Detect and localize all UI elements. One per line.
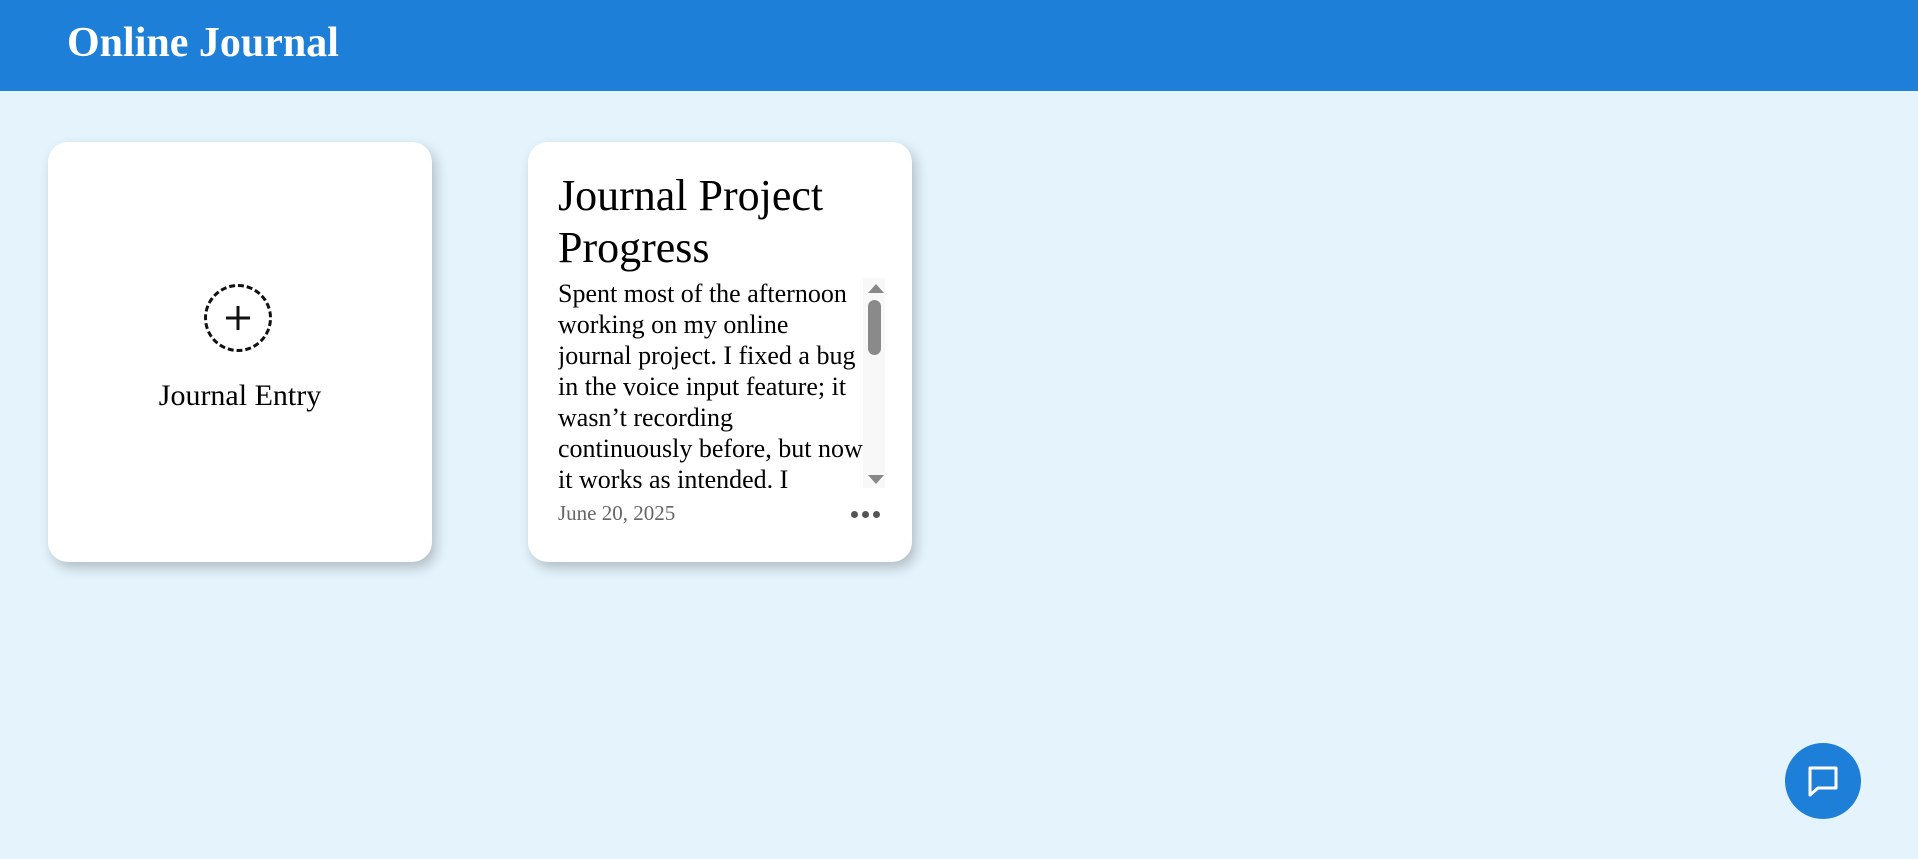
chat-bubble-icon bbox=[1808, 766, 1838, 797]
plus-circle-icon bbox=[204, 284, 272, 352]
new-journal-entry-card[interactable]: Journal Entry bbox=[48, 142, 432, 562]
more-dot bbox=[862, 511, 869, 518]
chat-button[interactable] bbox=[1785, 743, 1861, 819]
scroll-thumb[interactable] bbox=[868, 300, 881, 355]
entry-body-scroll-area[interactable]: Spent most of the afternoon working on m… bbox=[558, 278, 885, 488]
scroll-down-arrow-icon[interactable] bbox=[868, 475, 884, 484]
entry-scrollbar[interactable] bbox=[863, 278, 885, 488]
entry-title: Journal Project Progress bbox=[558, 171, 824, 272]
app-header: Online Journal bbox=[0, 0, 1918, 91]
more-dot bbox=[851, 511, 858, 518]
more-options-icon[interactable] bbox=[851, 508, 881, 522]
more-dot bbox=[873, 511, 880, 518]
journal-entry-card[interactable]: Journal Project Progress Spent most of t… bbox=[528, 142, 912, 562]
scroll-up-arrow-icon[interactable] bbox=[868, 284, 884, 293]
app-title: Online Journal bbox=[67, 20, 339, 66]
entry-date: June 20, 2025 bbox=[558, 501, 676, 525]
entry-body: Spent most of the afternoon working on m… bbox=[558, 279, 863, 488]
new-entry-label: Journal Entry bbox=[158, 379, 322, 412]
